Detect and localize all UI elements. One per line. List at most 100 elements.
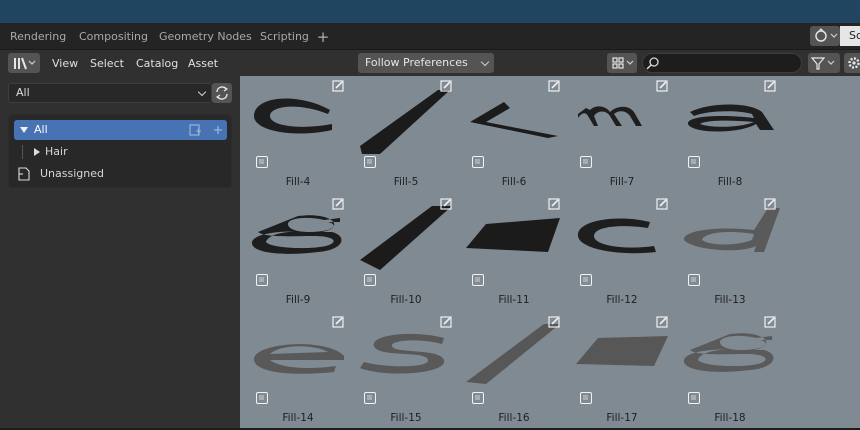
edit-icon[interactable] <box>332 316 344 328</box>
menu-select[interactable]: Select <box>84 54 130 74</box>
triangle-right-icon[interactable] <box>30 142 44 162</box>
asset-tile[interactable]: Fill-14 <box>244 312 352 430</box>
tab-geometry-nodes[interactable]: Geometry Nodes <box>149 27 262 47</box>
catalog-item-unassigned[interactable]: Unassigned <box>14 164 227 184</box>
select-checkbox-icon[interactable] <box>364 274 376 286</box>
asset-name: Fill-15 <box>390 412 422 424</box>
asset-name: Fill-16 <box>498 412 530 424</box>
edit-icon[interactable] <box>764 316 776 328</box>
asset-name: Fill-8 <box>717 176 743 188</box>
select-checkbox-icon[interactable] <box>472 392 484 404</box>
filter-button[interactable] <box>808 53 840 73</box>
edit-icon[interactable] <box>656 80 668 92</box>
triangle-down-icon[interactable] <box>18 120 32 140</box>
select-checkbox-icon[interactable] <box>364 156 376 168</box>
display-mode-button[interactable] <box>607 53 637 73</box>
catalog-sidebar: All All Hair Unassigned <box>0 76 240 428</box>
select-checkbox-icon[interactable] <box>256 156 268 168</box>
asset-tile[interactable]: Fill-8 <box>676 76 784 194</box>
asset-preview[interactable] <box>680 312 780 408</box>
select-checkbox-icon[interactable] <box>580 392 592 404</box>
catalog-tree: All Hair Unassigned <box>8 114 232 188</box>
select-checkbox-icon[interactable] <box>472 274 484 286</box>
asset-tile[interactable]: Fill-18 <box>676 312 784 430</box>
edit-icon[interactable] <box>764 80 776 92</box>
asset-tile[interactable]: Fill-12 <box>568 194 676 312</box>
catalog-label: All <box>34 123 48 136</box>
tab-compositing[interactable]: Compositing <box>69 27 158 47</box>
edit-icon[interactable] <box>548 80 560 92</box>
catalog-item-hair[interactable]: Hair <box>14 142 227 162</box>
asset-name: Fill-10 <box>390 294 422 306</box>
select-checkbox-icon[interactable] <box>256 392 268 404</box>
asset-tile[interactable]: Fill-15 <box>352 312 460 430</box>
scene-selector-button[interactable] <box>810 26 840 46</box>
select-checkbox-icon[interactable] <box>688 392 700 404</box>
asset-tile[interactable]: Fill-7 <box>568 76 676 194</box>
asset-preview[interactable] <box>680 76 780 172</box>
edit-icon[interactable] <box>548 198 560 210</box>
asset-preview[interactable] <box>248 76 348 172</box>
edit-icon[interactable] <box>440 80 452 92</box>
asset-preview[interactable] <box>572 312 672 408</box>
asset-tile[interactable]: Fill-17 <box>568 312 676 430</box>
asset-preview[interactable] <box>248 312 348 408</box>
select-checkbox-icon[interactable] <box>580 274 592 286</box>
edit-icon[interactable] <box>656 316 668 328</box>
asset-preview[interactable] <box>356 312 456 408</box>
refresh-icon <box>215 86 229 100</box>
select-checkbox-icon[interactable] <box>256 274 268 286</box>
select-checkbox-icon[interactable] <box>688 156 700 168</box>
edit-icon[interactable] <box>548 316 560 328</box>
asset-preview[interactable] <box>248 194 348 290</box>
search-input[interactable] <box>642 53 802 73</box>
edit-icon[interactable] <box>332 198 344 210</box>
asset-tile[interactable]: Fill-4 <box>244 76 352 194</box>
asset-tile[interactable]: Fill-16 <box>460 312 568 430</box>
asset-preview[interactable] <box>464 312 564 408</box>
asset-browser-header: View Select Catalog Asset Follow Prefere… <box>0 49 860 76</box>
asset-library-dropdown[interactable]: All <box>8 83 212 103</box>
tab-scripting[interactable]: Scripting <box>250 27 319 47</box>
asset-preview[interactable] <box>464 194 564 290</box>
import-method-dropdown[interactable]: Follow Preferences <box>358 53 494 73</box>
workspace-tabs: Rendering Compositing Geometry Nodes Scr… <box>0 23 860 49</box>
catalog-item-all[interactable]: All <box>14 120 227 140</box>
asset-name: Fill-18 <box>714 412 746 424</box>
edit-icon[interactable] <box>656 198 668 210</box>
edit-icon[interactable] <box>332 80 344 92</box>
asset-name: Fill-14 <box>282 412 314 424</box>
asset-tile[interactable]: Fill-10 <box>352 194 460 312</box>
edit-icon[interactable] <box>440 316 452 328</box>
asset-tile[interactable]: Fill-9 <box>244 194 352 312</box>
filter-icon <box>810 57 835 70</box>
asset-tile[interactable]: Fill-13 <box>676 194 784 312</box>
edit-icon[interactable] <box>764 198 776 210</box>
select-checkbox-icon[interactable] <box>364 392 376 404</box>
menu-view[interactable]: View <box>46 54 84 74</box>
asset-preview[interactable] <box>356 194 456 290</box>
asset-tile[interactable]: Fill-6 <box>460 76 568 194</box>
add-workspace-button[interactable]: + <box>314 29 332 47</box>
select-checkbox-icon[interactable] <box>580 156 592 168</box>
asset-preview[interactable] <box>680 194 780 290</box>
menu-asset[interactable]: Asset <box>182 54 224 74</box>
scene-name-field[interactable]: Sc <box>840 26 860 46</box>
asset-tile[interactable]: Fill-11 <box>460 194 568 312</box>
tab-rendering[interactable]: Rendering <box>0 27 76 47</box>
asset-preview[interactable] <box>572 76 672 172</box>
add-catalog-icon[interactable] <box>185 120 225 140</box>
select-checkbox-icon[interactable] <box>688 274 700 286</box>
edit-icon[interactable] <box>440 198 452 210</box>
select-checkbox-icon[interactable] <box>472 156 484 168</box>
asset-preview[interactable] <box>356 76 456 172</box>
gear-icon <box>848 57 860 69</box>
asset-tile[interactable]: Fill-5 <box>352 76 460 194</box>
menu-catalog[interactable]: Catalog <box>130 54 184 74</box>
refresh-library-button[interactable] <box>212 83 232 103</box>
settings-button[interactable] <box>844 53 860 73</box>
editor-type-button[interactable] <box>8 53 40 73</box>
asset-preview[interactable] <box>572 194 672 290</box>
asset-library-label: All <box>16 86 30 99</box>
asset-preview[interactable] <box>464 76 564 172</box>
